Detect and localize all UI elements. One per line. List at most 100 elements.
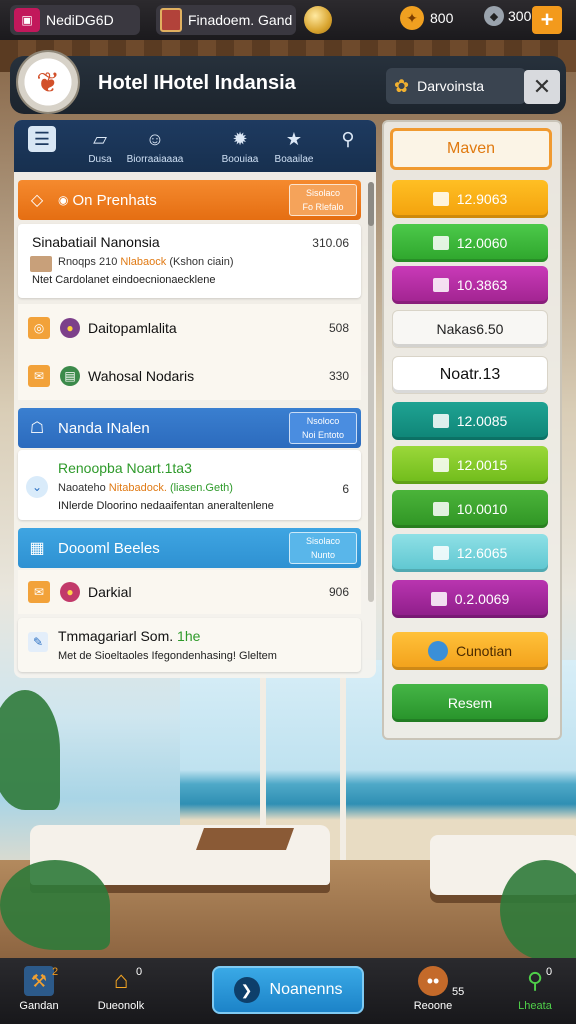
badge-top: Sisolaco <box>305 536 341 546</box>
game-title: Finadoem. Gand <box>188 12 293 28</box>
tag-icon: ◇ <box>30 192 44 209</box>
menu-item-4[interactable]: Nakas6.50 <box>392 310 548 348</box>
item-subtitle: Naoateho Nitabadock. (liasen.Geth) <box>58 482 233 494</box>
gear-icon: ✹ <box>232 129 248 149</box>
section-header-beaches[interactable]: ▦ Doooml Beeles Sisolaco Nunto <box>18 528 361 568</box>
item-value: 330 <box>328 369 349 383</box>
item-description: Met de Sioeltaoles Ifegondenhasing! Glel… <box>58 650 277 662</box>
menu-item-8[interactable]: 10.0010 <box>392 490 548 528</box>
section-header-staff[interactable]: ☖ Nanda INalen Nsoloco Noi Entoto <box>18 408 361 448</box>
people-icon: ☺ <box>145 129 165 149</box>
section-title: Doooml Beeles <box>58 539 160 557</box>
item-title: Tmmagariarl Som. 1he <box>58 628 201 644</box>
location-selector[interactable]: ✿ Darvoinsta <box>386 68 526 104</box>
top-status-bar: ▣ NediDG6D Finadoem. Gand ✦ 800 ◆ 300 + <box>0 0 576 40</box>
list-item[interactable]: ✉ ● Darkial 906 <box>18 570 361 614</box>
item-value: 508 <box>328 321 349 335</box>
tab-bar: ☰ ▱ Dusa ☺ Biorraaiaaaa ✹ Boouiaa ★ Boaa… <box>14 120 376 172</box>
section-header-promotions[interactable]: ◇ ◉ On Prenhats Sisolaco Fo Rlefalo <box>18 180 361 220</box>
chevron-down-icon[interactable]: ⌄ <box>26 476 48 498</box>
gem-icon: ◆ <box>484 6 504 26</box>
nav-home[interactable]: ⌂ Dueonolk 0 <box>86 966 156 1012</box>
box-icon <box>432 192 449 206</box>
shield-icon <box>160 8 182 32</box>
menu-item-9[interactable]: 12.6065 <box>392 534 548 572</box>
fruit-icon: ● <box>60 318 80 338</box>
plant <box>0 860 110 950</box>
badge-bottom: Nunto <box>310 550 336 560</box>
add-currency-button[interactable]: + <box>532 6 562 34</box>
badge-bottom: Noi Entoto <box>301 430 345 440</box>
list-item[interactable]: ✉ ▤ Wahosal Nodaris 330 <box>18 352 361 400</box>
item-description: INlerde Dloorino nedaaifentan aneraltenl… <box>58 500 274 512</box>
app-name: NediDG6D <box>46 12 114 28</box>
house-icon: ⌂ <box>113 967 129 994</box>
tab-label: Biorraaiaaaa <box>126 154 184 165</box>
item-label: Darkial <box>88 584 132 600</box>
bottom-nav: ⚒ Gandan 2 ⌂ Dueonolk 0 ❯ Noanenns •• Re… <box>0 958 576 1024</box>
nav-label: Reoone <box>413 1000 453 1012</box>
coin-icon[interactable] <box>304 6 332 34</box>
menu-item-1[interactable]: 12.9063 <box>392 180 548 218</box>
tab-label: Boouiaa <box>221 154 259 165</box>
menu-item-5[interactable]: Noatr.13 <box>392 356 548 394</box>
tab-label: Dusa <box>88 154 112 165</box>
item-value: 310.06 <box>312 236 349 250</box>
nav-search[interactable]: ⚲ Lheata 0 <box>500 966 570 1012</box>
lotus-icon: ✿ <box>394 75 410 96</box>
list-item[interactable]: Sinabatiail Nanonsia 310.06 Rnoqps 210 N… <box>18 224 361 298</box>
nav-badge: 2 <box>52 966 59 978</box>
menu-item-3[interactable]: 10.3863 <box>392 266 548 304</box>
reset-button[interactable]: Resem <box>392 684 548 722</box>
game-title-pill[interactable]: Finadoem. Gand <box>156 5 296 35</box>
menu-button[interactable]: Maven <box>390 128 552 170</box>
towel-icon <box>30 256 52 272</box>
menu-item-6[interactable]: 12.0085 <box>392 402 548 440</box>
scrollbar[interactable] <box>368 182 374 602</box>
main-action-label: Noanenns <box>269 981 343 998</box>
nav-label: Gandan <box>19 1000 59 1012</box>
item-title: Renoopba Noart.1ta3 <box>58 460 192 476</box>
item-value: 906 <box>328 585 349 599</box>
list-item[interactable]: ◎ ● Daitopamlalita 508 <box>18 304 361 352</box>
app-pill[interactable]: ▣ NediDG6D <box>10 5 140 35</box>
close-button[interactable]: ✕ <box>524 70 560 104</box>
item-value: 6 <box>342 482 349 496</box>
document-icon: ▱ <box>93 129 107 149</box>
resource-counter: ✦ 800 <box>400 6 453 30</box>
menu-item-7[interactable]: 12.0015 <box>392 446 548 484</box>
section-title: Nanda INalen <box>58 419 150 437</box>
list-item[interactable]: Renoopba Noart.1ta3 6 ⌄ Naoateho Nitabad… <box>18 450 361 520</box>
menu-item-10[interactable]: 0.2.0069 <box>392 580 548 618</box>
list-item[interactable]: ✎ Tmmagariarl Som. 1he Met de Sioeltaole… <box>18 618 361 672</box>
section-action-button[interactable]: Nsoloco Noi Entoto <box>289 412 357 444</box>
nav-records[interactable]: •• Reoone 55 <box>398 966 468 1012</box>
badge-bottom: Fo Rlefalo <box>302 202 344 212</box>
mail-icon: ✉ <box>28 581 50 603</box>
location-label: Darvoinsta <box>417 78 485 94</box>
nav-garden[interactable]: ⚒ Gandan 2 <box>4 966 74 1012</box>
tab-location[interactable]: ⚲ <box>320 126 376 154</box>
basket-icon: ▤ <box>60 366 80 386</box>
item-description: Ntet Cardolanet eindoecnionaecklene <box>32 274 216 286</box>
nav-label: Lheata <box>518 1000 552 1012</box>
box-icon <box>432 458 449 472</box>
box-icon <box>432 236 449 250</box>
continue-button[interactable]: Cunotian <box>392 632 548 670</box>
hotel-title-bar: ❦ Hotel IHotel Indansia ✿ Darvoinsta ✕ <box>10 50 566 114</box>
section-action-button[interactable]: Sisolaco Nunto <box>289 532 357 564</box>
note-icon <box>432 546 449 560</box>
main-action-button[interactable]: ❯ Noanenns <box>212 966 364 1014</box>
tab-settings[interactable]: ✹ Boouiaa <box>212 126 268 165</box>
section-action-button[interactable]: Sisolaco Fo Rlefalo <box>289 184 357 216</box>
staff-icon: ☖ <box>29 420 45 437</box>
gem-counter: ◆ 300 <box>484 6 531 26</box>
scrollbar-thumb[interactable] <box>368 182 374 226</box>
nav-label: Dueonolk <box>97 1000 145 1012</box>
tab-favorites[interactable]: ★ Boaailae <box>266 126 322 165</box>
menu-item-2[interactable]: 12.0060 <box>392 224 548 262</box>
edit-icon: ✎ <box>28 632 48 652</box>
tab-people[interactable]: ☺ Biorraaiaaaa <box>120 126 190 165</box>
tab-list[interactable]: ☰ <box>14 126 70 154</box>
face-icon: •• <box>418 966 448 996</box>
